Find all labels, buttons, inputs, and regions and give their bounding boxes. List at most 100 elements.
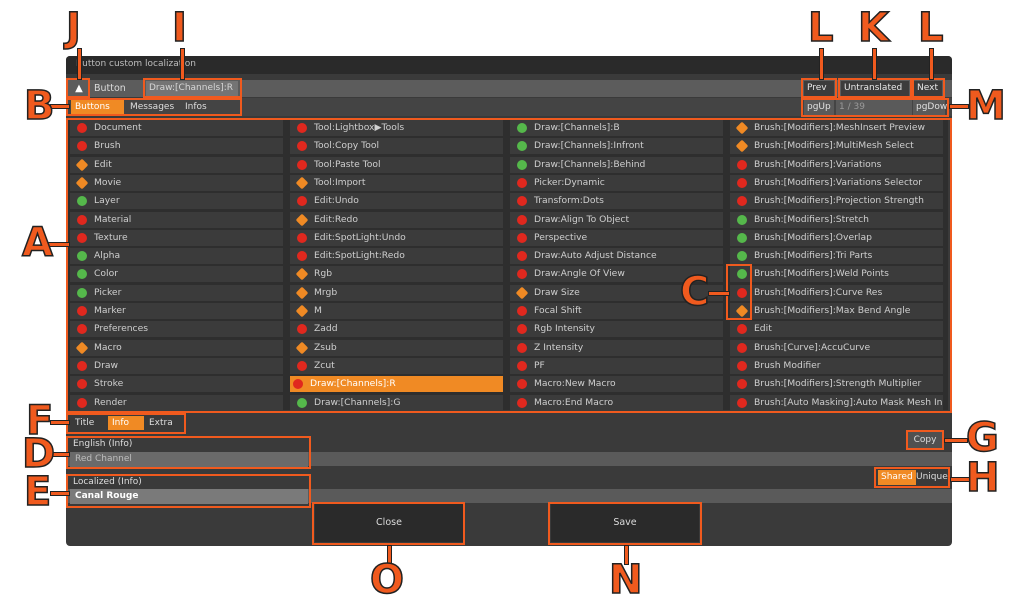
callout-letter-g: G bbox=[965, 415, 999, 461]
button-list-item[interactable]: Transform:Dots bbox=[510, 193, 723, 210]
button-list-item[interactable]: PF bbox=[510, 357, 723, 374]
button-list-item[interactable]: Preferences bbox=[70, 321, 283, 338]
button-list-item[interactable]: Brush:[Modifiers]:Strength Multiplier bbox=[730, 376, 943, 393]
button-list-item[interactable]: Brush:[Modifiers]:Max Bend Angle bbox=[730, 303, 943, 319]
button-list-item-label: Draw:Auto Adjust Distance bbox=[534, 250, 657, 262]
button-list-item[interactable]: Tool:Copy Tool bbox=[290, 138, 503, 155]
button-list-item-label: Zcut bbox=[314, 359, 335, 371]
page-up-button[interactable]: pgUp bbox=[804, 100, 834, 115]
button-list-item-label: Picker bbox=[94, 286, 122, 298]
button-list-item[interactable]: Brush:[Auto Masking]:Auto Mask Mesh Inse… bbox=[730, 394, 943, 411]
subtab-extra[interactable]: Extra bbox=[145, 416, 177, 430]
button-list-item[interactable]: Edit:SpotLight:Undo bbox=[290, 229, 503, 246]
button-list-item[interactable]: Macro:New Macro bbox=[510, 376, 723, 393]
status-green-icon bbox=[737, 269, 747, 280]
button-list-item-label: Macro bbox=[94, 341, 122, 353]
button-list-item[interactable]: Brush:[Modifiers]:Stretch bbox=[730, 211, 943, 228]
button-list-item[interactable]: Edit bbox=[730, 321, 943, 338]
button-list-item[interactable]: Brush:[Modifiers]:MeshInsert Preview bbox=[730, 120, 943, 136]
button-list-item-label: Focal Shift bbox=[534, 305, 582, 316]
button-list-item[interactable]: Render bbox=[70, 394, 283, 411]
button-list-item[interactable]: Draw:[Channels]:R bbox=[290, 376, 503, 393]
button-list-item[interactable]: Movie bbox=[70, 174, 283, 191]
button-list-item[interactable]: Brush:[Modifiers]:Overlap bbox=[730, 229, 943, 246]
button-list-item[interactable]: Rgb Intensity bbox=[510, 321, 723, 338]
button-list-item[interactable]: Brush:[Curve]:AccuCurve bbox=[730, 339, 943, 356]
button-list-item[interactable]: Document bbox=[70, 120, 283, 136]
button-list-item[interactable]: Z Intensity bbox=[510, 339, 723, 356]
button-list-item[interactable]: Draw:[Channels]:G bbox=[290, 394, 503, 411]
up-arrow-icon[interactable]: ▲ bbox=[70, 80, 88, 97]
callout-letter-c: C bbox=[679, 269, 710, 315]
button-list-item[interactable]: Brush:[Modifiers]:Tri Parts bbox=[730, 248, 943, 265]
english-field: Red Channel bbox=[70, 452, 308, 467]
localized-input[interactable]: Canal Rouge bbox=[70, 489, 308, 504]
status-red-icon bbox=[297, 123, 307, 133]
button-list-item[interactable]: Brush bbox=[70, 138, 283, 155]
tab-messages[interactable]: Messages bbox=[126, 100, 178, 114]
button-list-item[interactable]: Brush:[Modifiers]:Projection Strength bbox=[730, 193, 943, 210]
button-list-item[interactable]: Color bbox=[70, 266, 283, 283]
english-label: English (Info) bbox=[73, 439, 133, 449]
status-red-icon bbox=[517, 269, 527, 280]
prev-button[interactable]: Prev bbox=[804, 81, 834, 96]
button-list-item[interactable]: Tool:Import bbox=[290, 174, 503, 191]
button-list-item[interactable]: Edit bbox=[70, 156, 283, 173]
button-list-item-label: Tool:Paste Tool bbox=[314, 158, 381, 170]
button-list-item[interactable]: Brush:[Modifiers]:Variations Selector bbox=[730, 174, 943, 191]
button-list-item[interactable]: Alpha bbox=[70, 248, 283, 265]
button-list-item[interactable]: M bbox=[290, 303, 503, 319]
button-list-item[interactable]: Perspective bbox=[510, 229, 723, 246]
button-list-item[interactable]: Draw:[Channels]:Infront bbox=[510, 138, 723, 155]
button-list-item[interactable]: Macro:End Macro bbox=[510, 394, 723, 411]
button-list-item[interactable]: Picker:Dynamic bbox=[510, 174, 723, 191]
button-list-item-label: Draw:[Channels]:R bbox=[310, 378, 396, 390]
button-list-item[interactable]: Draw:Align To Object bbox=[510, 211, 723, 228]
button-list-item[interactable]: Macro bbox=[70, 339, 283, 356]
button-list-item[interactable]: Zsub bbox=[290, 339, 503, 356]
untranslated-button[interactable]: Untranslated bbox=[841, 81, 909, 96]
button-list-item[interactable]: Rgb bbox=[290, 266, 503, 283]
status-red-icon bbox=[737, 397, 747, 408]
button-list-item[interactable]: Mrgb bbox=[290, 284, 503, 301]
button-list-item[interactable]: Draw:Auto Adjust Distance bbox=[510, 248, 723, 265]
next-button[interactable]: Next bbox=[914, 81, 942, 96]
button-list-item[interactable]: Draw:[Channels]:B bbox=[510, 120, 723, 136]
page-down-button[interactable]: pgDow bbox=[913, 100, 947, 115]
button-list-item[interactable]: Zadd bbox=[290, 321, 503, 338]
button-list-item[interactable]: Brush:[Modifiers]:Curve Res bbox=[730, 284, 943, 301]
copy-button[interactable]: Copy bbox=[908, 432, 942, 448]
button-list-item[interactable]: Brush:[Modifiers]:Variations bbox=[730, 156, 943, 173]
tab-infos[interactable]: Infos bbox=[181, 100, 211, 114]
button-list-item-label: Draw:[Channels]:G bbox=[314, 396, 401, 408]
leader-g bbox=[944, 438, 968, 443]
button-list-item-label: Movie bbox=[94, 176, 122, 188]
tab-buttons[interactable]: Buttons bbox=[71, 100, 124, 114]
button-list-item[interactable]: Edit:Undo bbox=[290, 193, 503, 210]
button-list-item[interactable]: Texture bbox=[70, 229, 283, 246]
button-list-item[interactable]: Edit:SpotLight:Redo bbox=[290, 248, 503, 265]
save-button[interactable]: Save bbox=[551, 504, 699, 542]
subtab-title[interactable]: Title bbox=[71, 416, 98, 430]
button-list-item[interactable]: Picker bbox=[70, 284, 283, 301]
subtab-info[interactable]: Info bbox=[108, 416, 144, 430]
button-list-item[interactable]: Material bbox=[70, 211, 283, 228]
button-list-item[interactable]: Layer bbox=[70, 193, 283, 210]
button-list-item[interactable]: Zcut bbox=[290, 357, 503, 374]
button-list-item[interactable]: Draw bbox=[70, 357, 283, 374]
button-list-item[interactable]: Brush Modifier bbox=[730, 357, 943, 374]
status-orange-icon bbox=[295, 268, 309, 281]
button-list-item-label: Tool:Copy Tool bbox=[314, 140, 380, 152]
button-list-item-label: Brush bbox=[94, 140, 121, 152]
close-button[interactable]: Close bbox=[315, 504, 463, 542]
button-list-item[interactable]: Stroke bbox=[70, 376, 283, 393]
button-list-item[interactable]: Marker bbox=[70, 303, 283, 319]
button-list-item[interactable]: Draw:[Channels]:Behind bbox=[510, 156, 723, 173]
button-list-item[interactable]: Tool:Lightbox▶Tools bbox=[290, 120, 503, 136]
button-list-item[interactable]: Tool:Paste Tool bbox=[290, 156, 503, 173]
shared-toggle[interactable]: Shared bbox=[878, 470, 916, 485]
button-list-item[interactable]: Edit:Redo bbox=[290, 211, 503, 228]
button-list-item[interactable]: Brush:[Modifiers]:Weld Points bbox=[730, 266, 943, 283]
unique-toggle[interactable]: Unique bbox=[913, 470, 951, 485]
button-list-item[interactable]: Brush:[Modifiers]:MultiMesh Select bbox=[730, 138, 943, 155]
